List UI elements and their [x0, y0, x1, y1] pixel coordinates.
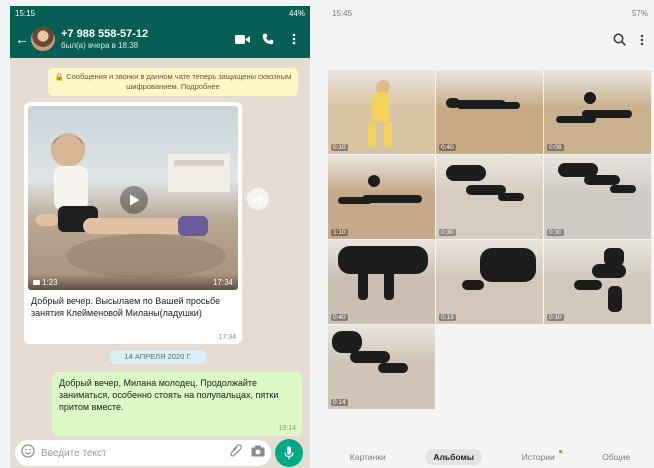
gallery-video-tile[interactable]: 1:10 [328, 155, 435, 239]
gallery-video-tile[interactable]: 0:10 [328, 70, 435, 154]
status-battery: 44% [288, 8, 305, 18]
tile-duration: 0:10 [547, 314, 564, 321]
incoming-video-message: 1:23 17:34 Добрый вечер. Высылаем по Ваш… [24, 102, 242, 344]
tile-duration: 1:10 [331, 229, 348, 236]
microphone-button[interactable] [275, 439, 303, 467]
gallery-toolbar [326, 20, 654, 64]
gallery-video-tile[interactable]: 0:40 [328, 240, 435, 324]
tile-figure-shape [350, 351, 390, 363]
gallery-tab[interactable]: Альбомы [425, 449, 483, 465]
gallery-tab[interactable]: Истории [514, 449, 563, 465]
gallery-screen: 15:45 57% 0:10 0:40 0:08 1:10 0:30 0:30 0:40 0:… [326, 6, 654, 468]
emoji-icon[interactable] [21, 443, 35, 463]
camera-icon[interactable] [251, 444, 265, 462]
tile-duration: 0:40 [439, 144, 456, 151]
video-camera-icon [33, 279, 40, 285]
gallery-status-time: 15:45 [332, 8, 353, 18]
tile-figure-shape [446, 98, 460, 108]
tile-figure-shape [608, 286, 622, 312]
contact-info[interactable]: +7 988 558-57-12 был(а) вчера в 18:38 [61, 28, 227, 50]
message-input-bar[interactable]: Введите текст [15, 440, 271, 466]
gallery-status-battery: 57% [631, 8, 648, 18]
outgoing-message-text: Добрый вечер, Милана молодец. Продолжайт… [59, 378, 279, 413]
incoming-message-time: 17:34 [218, 334, 236, 341]
tile-figure-shape [574, 280, 602, 290]
tile-figure-shape [358, 270, 368, 300]
date-separator: 14 АПРЕЛЯ 2020 Г. [110, 350, 206, 364]
tile-figure-shape [480, 248, 536, 282]
tile-duration: 0:30 [547, 229, 564, 236]
search-icon[interactable] [613, 33, 626, 51]
status-bar: 15:15 44% [10, 6, 310, 20]
menu-dots-icon[interactable] [283, 28, 305, 50]
tile-figure-shape [368, 122, 376, 148]
tile-duration: 0:14 [331, 399, 348, 406]
gallery-video-tile[interactable]: 0:10 [544, 240, 651, 324]
tile-duration: 0:08 [547, 144, 564, 151]
tile-duration: 0:10 [331, 144, 348, 151]
incoming-message-text: Добрый вечер. Высылаем по Вашей просьбе … [31, 296, 221, 319]
tile-figure-shape [378, 363, 408, 373]
notification-dot [558, 450, 562, 453]
video-thumbnail[interactable]: 1:23 17:34 [28, 106, 238, 290]
gallery-video-tile[interactable]: 0:14 [328, 325, 435, 409]
tile-figure-shape [384, 270, 394, 300]
play-icon[interactable] [120, 186, 148, 214]
status-time: 15:15 [15, 8, 36, 18]
chat-header: ← +7 988 558-57-12 был(а) вчера в 18:38 [10, 20, 310, 58]
tile-figure-shape [498, 193, 524, 201]
attach-icon[interactable] [230, 444, 242, 462]
video-time: 17:34 [212, 277, 233, 287]
back-arrow-icon[interactable]: ← [15, 31, 29, 47]
tile-figure-shape [446, 165, 486, 181]
gallery-status-bar: 15:45 57% [326, 6, 654, 20]
gallery-video-tile[interactable]: 0:30 [544, 155, 651, 239]
video-meta-bar: 1:23 17:34 [28, 274, 238, 290]
gallery-video-tile[interactable]: 0:30 [436, 155, 543, 239]
gallery-video-tile[interactable]: 0:13 [436, 240, 543, 324]
tile-figure-shape [338, 246, 428, 274]
video-call-icon[interactable] [231, 28, 253, 50]
more-options-icon[interactable] [640, 33, 644, 51]
tile-figure-shape [610, 185, 636, 193]
tile-figure-shape [332, 331, 362, 353]
tile-figure-shape [372, 92, 390, 122]
microphone-icon [284, 446, 294, 460]
gallery-video-tile[interactable]: 0:08 [544, 70, 651, 154]
tile-figure-shape [592, 264, 626, 278]
tile-figure-shape [338, 197, 372, 204]
avatar[interactable] [31, 27, 55, 51]
gallery-tab[interactable]: Картинки [342, 449, 394, 465]
forward-button[interactable] [247, 188, 269, 210]
contact-number: +7 988 558-57-12 [61, 28, 149, 41]
tile-figure-shape [462, 280, 484, 290]
tile-figure-shape [368, 175, 380, 187]
video-duration-text: 1:23 [42, 277, 58, 287]
video-duration: 1:23 [33, 278, 58, 287]
phone-call-icon[interactable] [257, 28, 279, 50]
last-seen: был(а) вчера в 18:38 [61, 40, 139, 50]
gallery-video-tile[interactable]: 0:40 [436, 70, 543, 154]
gallery-tab-bar: Картинки Альбомы Истории Общие [326, 446, 654, 468]
tile-duration: 0:13 [439, 314, 456, 321]
forward-icon [252, 194, 264, 204]
outgoing-message-time: 19:14 [278, 424, 296, 432]
whatsapp-chat-screen: 15:15 44% ← +7 988 558-57-12 был(а) вчер… [10, 6, 310, 468]
outgoing-message[interactable]: Добрый вечер, Милана молодец. Продолжайт… [52, 372, 302, 436]
gallery-tab[interactable]: Общие [594, 449, 638, 465]
tile-duration: 0:30 [439, 229, 456, 236]
screenshot-collage: 15:15 44% ← +7 988 558-57-12 был(а) вчер… [0, 0, 654, 468]
tile-figure-shape [498, 102, 520, 109]
message-input[interactable]: Введите текст [35, 448, 230, 459]
tile-figure-shape [584, 175, 620, 185]
tile-duration: 0:40 [331, 314, 348, 321]
tile-figure-shape [556, 116, 596, 123]
tile-figure-shape [584, 92, 596, 104]
tile-figure-shape [384, 122, 392, 148]
encryption-notice[interactable]: 🔒 Сообщения и звонки в данном чате тепер… [48, 68, 298, 96]
